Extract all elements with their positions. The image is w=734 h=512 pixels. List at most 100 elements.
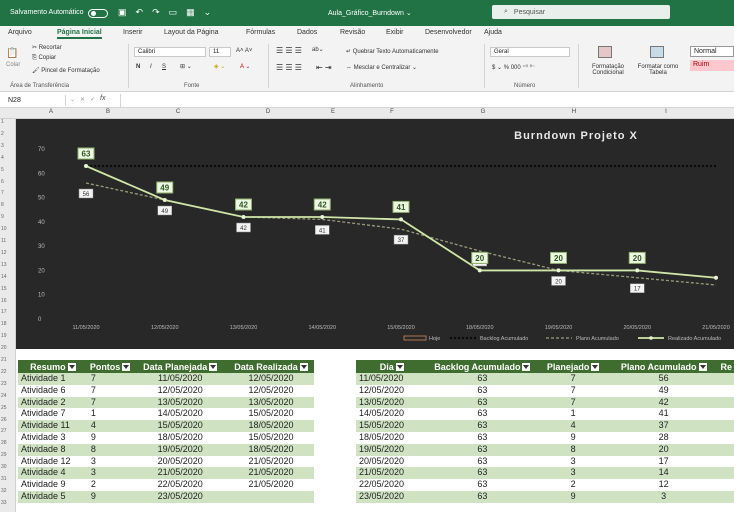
table-cell[interactable]: 14/05/2020 — [356, 408, 428, 421]
filter-dropdown-icon[interactable] — [209, 362, 218, 371]
table-cell[interactable]: 20/05/2020 — [132, 455, 229, 468]
table-cell[interactable]: 8 — [537, 443, 609, 456]
table-cell[interactable]: 3 — [87, 455, 133, 468]
conditional-format-icon[interactable] — [598, 46, 612, 58]
table-cell[interactable] — [718, 384, 734, 397]
tab-formulas[interactable]: Fórmulas — [246, 29, 275, 36]
row-header[interactable]: 22 — [1, 369, 7, 375]
table-cell[interactable]: 21/05/2020 — [228, 479, 314, 491]
table-cell[interactable]: 63 — [427, 455, 538, 468]
table-cell[interactable]: 2 — [537, 479, 609, 491]
enter-icon[interactable]: ✓ — [90, 96, 95, 103]
table-cell[interactable]: 20 — [608, 443, 719, 456]
table-cell[interactable]: 15/05/2020 — [228, 431, 314, 444]
cut-button[interactable]: ✂ Recortar — [32, 44, 62, 51]
tab-layout[interactable]: Layout da Página — [164, 29, 219, 36]
column-header-a[interactable]: A — [16, 109, 86, 115]
table-cell[interactable]: 56 — [608, 373, 719, 385]
table-cell[interactable]: 3 — [537, 467, 609, 480]
table-cell[interactable]: 12/05/2020 — [356, 384, 428, 397]
row-header[interactable]: 27 — [1, 428, 7, 434]
format-table-button[interactable]: Formatar como Tabela — [634, 64, 682, 76]
cancel-icon[interactable]: ✕ — [80, 96, 85, 103]
table-cell[interactable] — [718, 467, 734, 480]
table-cell[interactable]: 4 — [87, 420, 133, 432]
table-cell[interactable]: 7 — [87, 396, 133, 409]
filter-dropdown-icon[interactable] — [122, 362, 131, 371]
table-cell[interactable]: 9 — [87, 490, 133, 503]
bold-button[interactable]: N — [136, 64, 140, 70]
header-backlog-acumulado[interactable]: Backlog Acumulado — [427, 360, 538, 373]
formula-input[interactable] — [120, 94, 732, 107]
header-data-realizada[interactable]: Data Realizada — [228, 360, 314, 373]
row-header[interactable]: 4 — [1, 155, 4, 161]
table-cell[interactable]: 63 — [427, 408, 538, 421]
table-cell[interactable]: 9 — [537, 431, 609, 444]
tab-pagina-inicial[interactable]: Página Inicial — [57, 29, 102, 39]
column-header-i[interactable]: I — [610, 109, 722, 115]
table-cell[interactable]: 7 — [87, 384, 133, 397]
table-cell[interactable]: 37 — [608, 420, 719, 432]
table-cell[interactable]: Atividade 9 — [18, 479, 88, 491]
table-cell[interactable]: 13/05/2020 — [228, 396, 314, 409]
table-cell[interactable]: 11/05/2020 — [356, 373, 428, 385]
row-header[interactable]: 29 — [1, 452, 7, 458]
row-header[interactable]: 25 — [1, 405, 7, 411]
row-header[interactable]: 2 — [1, 131, 4, 137]
document-title[interactable]: Aula_Gráfico_Burndown ⌄ — [328, 9, 412, 17]
tab-ajuda[interactable]: Ajuda — [484, 29, 502, 36]
row-header[interactable]: 18 — [1, 321, 7, 327]
table-cell[interactable]: 19/05/2020 — [356, 443, 428, 456]
table-cell[interactable]: 7 — [537, 396, 609, 409]
table-cell[interactable]: Atividade 11 — [18, 420, 88, 432]
redo-icon[interactable]: ↷ — [152, 7, 160, 18]
table-cell[interactable]: 20/05/2020 — [356, 455, 428, 468]
table-cell[interactable]: 1 — [537, 408, 609, 421]
table-cell[interactable]: 13/05/2020 — [132, 396, 229, 409]
customize-qat-icon[interactable]: ⌄ — [204, 7, 212, 18]
tab-arquivo[interactable]: Arquivo — [8, 29, 32, 36]
table-cell[interactable] — [718, 443, 734, 456]
row-header[interactable]: 31 — [1, 476, 7, 482]
table-cell[interactable]: 3 — [87, 467, 133, 480]
table-cell[interactable]: 63 — [427, 420, 538, 432]
row-header[interactable]: 13 — [1, 262, 7, 268]
table-cell[interactable]: 7 — [87, 373, 133, 385]
column-header-e[interactable]: E — [310, 109, 356, 115]
row-header[interactable]: 6 — [1, 179, 4, 185]
wrap-text-button[interactable]: ↵ Quebrar Texto Automaticamente — [346, 48, 439, 55]
font-grow-icon[interactable]: A˄ A˅ — [236, 48, 252, 54]
filter-dropdown-icon[interactable] — [522, 362, 531, 371]
table-cell[interactable]: 12/05/2020 — [228, 373, 314, 385]
row-header[interactable]: 11 — [1, 238, 6, 244]
header-planejado[interactable]: Planejado — [537, 360, 609, 373]
table-cell[interactable]: 49 — [608, 384, 719, 397]
table-cell[interactable]: 63 — [427, 467, 538, 480]
row-header[interactable]: 30 — [1, 464, 7, 470]
burndown-chart[interactable]: Burndown Projeto X 0 10 20 30 40 50 60 70 11/05/2… — [16, 119, 734, 349]
namebox-dropdown-icon[interactable]: ⌄ — [70, 96, 75, 103]
merge-center-button[interactable]: ⇔ Mesclar e Centralizar ⌄ — [346, 64, 417, 71]
table-cell[interactable]: 12 — [608, 479, 719, 491]
table-cell[interactable]: 12/05/2020 — [132, 384, 229, 397]
style-bad[interactable]: Ruim — [690, 60, 734, 71]
column-header-h[interactable]: H — [538, 109, 610, 115]
table-cell[interactable] — [718, 420, 734, 432]
table-cell[interactable]: 63 — [427, 396, 538, 409]
header-dia[interactable]: Dia — [356, 360, 428, 373]
table-cell[interactable]: 1 — [87, 408, 133, 421]
table-cell[interactable]: 22/05/2020 — [356, 479, 428, 491]
row-header[interactable]: 26 — [1, 417, 7, 423]
column-header-d[interactable]: D — [226, 109, 310, 115]
align-left-icon[interactable]: ☰ ☰ ☰ — [276, 63, 302, 72]
table-cell[interactable]: Atividade 3 — [18, 431, 88, 444]
table-cell[interactable]: 14 — [608, 467, 719, 480]
tab-desenvolvedor[interactable]: Desenvolvedor — [425, 29, 472, 36]
autosave-toggle[interactable] — [88, 9, 108, 18]
table-cell[interactable]: 12/05/2020 — [228, 384, 314, 397]
form-icon[interactable]: ▦ — [186, 7, 195, 18]
name-box[interactable]: N28 — [4, 95, 66, 106]
row-header[interactable]: 7 — [1, 190, 4, 196]
row-header[interactable]: 24 — [1, 393, 7, 399]
column-header-f[interactable]: F — [356, 109, 428, 115]
